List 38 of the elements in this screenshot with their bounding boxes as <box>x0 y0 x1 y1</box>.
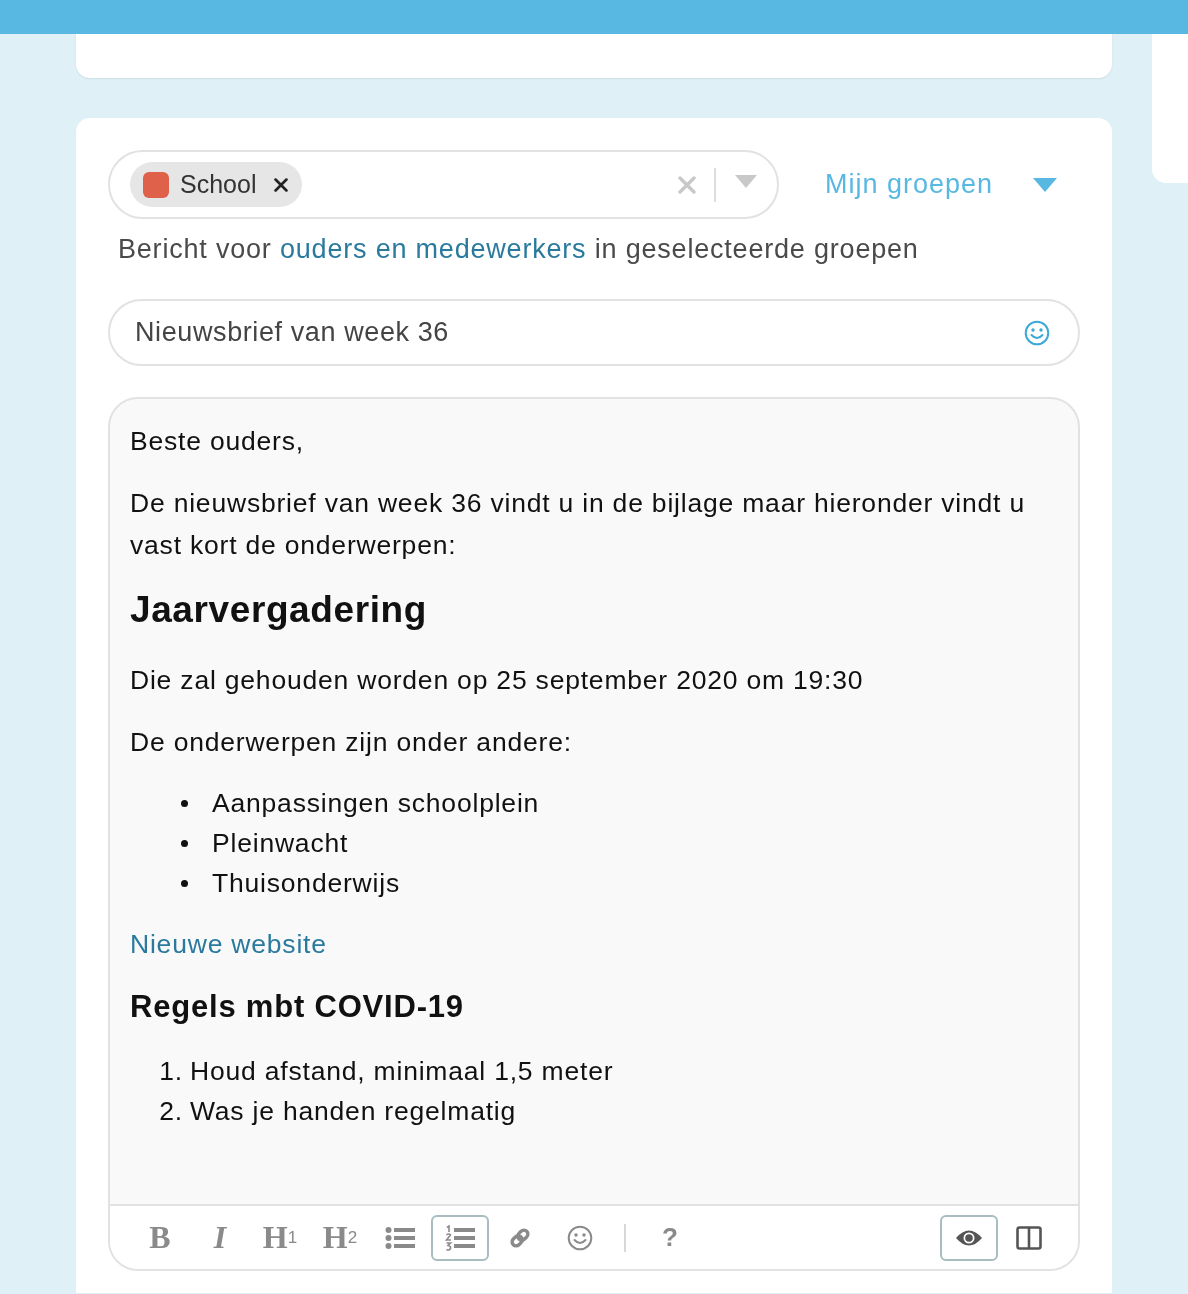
body-paragraph: De nieuwsbrief van week 36 vindt u in de bijlage maar hieronder vindt u vast kort de onderwerpen: <box>130 487 1026 562</box>
chain-link-icon <box>509 1226 531 1249</box>
group-chip[interactable]: School <box>130 162 303 207</box>
section-heading: Regels mbt COVID-19 <box>130 988 465 1026</box>
emoji-icon[interactable] <box>1024 319 1050 346</box>
audience-note: Bericht voor ouders en medewerkers in geselecteerde groepen <box>118 233 920 266</box>
list-number: 1. <box>158 1055 183 1088</box>
bold-button[interactable]: B <box>131 1214 189 1261</box>
list-item: Aanpassingen schoolplein <box>212 787 540 820</box>
columns-icon <box>1016 1225 1042 1250</box>
list-number: 2. <box>158 1095 183 1128</box>
list-item: Thuisonderwijs <box>212 867 400 900</box>
website-link[interactable]: Nieuwe website <box>130 929 327 959</box>
bullet-icon <box>181 839 188 847</box>
numbered-list-icon <box>445 1224 475 1251</box>
help-button[interactable]: ? <box>641 1214 699 1261</box>
group-select-field[interactable]: School <box>108 150 779 219</box>
message-editor[interactable] <box>108 397 1080 1271</box>
close-icon[interactable] <box>274 177 289 192</box>
section-heading: Jaarvergadering <box>130 588 428 632</box>
eye-icon <box>955 1228 983 1247</box>
my-groups-dropdown[interactable]: Mijn groepen <box>825 169 1058 200</box>
bullet-list-icon <box>385 1225 415 1250</box>
bullet-icon <box>181 879 188 887</box>
caret-icon <box>1033 177 1058 192</box>
preview-button[interactable] <box>940 1214 998 1261</box>
list-item: Was je handen regelmatig <box>190 1095 517 1128</box>
italic-button[interactable]: I <box>191 1214 249 1261</box>
bullet-icon <box>181 799 188 807</box>
list-item: Pleinwacht <box>212 827 349 860</box>
list-item: Houd afstand, minimaal 1,5 meter <box>190 1055 614 1088</box>
body-paragraph: Die zal gehouden worden op 25 september 2020 om 19:30 <box>130 664 865 697</box>
numbered-list-button[interactable] <box>431 1214 489 1261</box>
subject-field[interactable]: Nieuwsbrief van week 36 <box>108 299 1080 366</box>
body-paragraph: De onderwerpen zijn onder andere: <box>130 726 573 759</box>
body-paragraph: Beste ouders, <box>130 425 305 458</box>
smiley-icon <box>567 1224 593 1251</box>
audience-link[interactable]: ouders en medewerkers <box>279 234 587 264</box>
